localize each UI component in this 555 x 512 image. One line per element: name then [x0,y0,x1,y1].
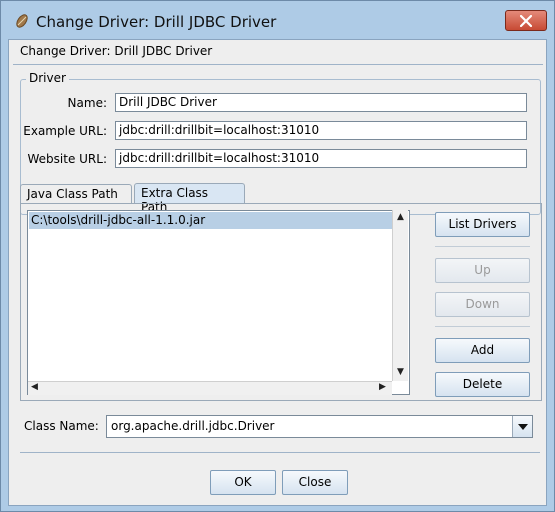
title-bar[interactable]: Change Driver: Drill JDBC Driver [1,1,554,39]
scroll-up-arrow-icon[interactable]: ▲ [397,212,404,222]
delete-button[interactable]: Delete [435,372,530,397]
class-name-dropdown-button[interactable] [512,416,532,437]
button-divider [435,326,530,327]
scroll-left-arrow-icon[interactable]: ◀ [31,382,38,392]
tab-extra-class-path[interactable]: Extra Class Path [134,183,245,214]
header-divider [13,64,543,65]
dialog-client-area: Change Driver: Drill JDBC Driver Driver … [8,39,547,506]
website-url-field[interactable]: jdbc:drill:drillbit=localhost:31010 [115,149,527,168]
list-item[interactable]: C:\tools\drill-jdbc-all-1.1.0.jar [29,212,393,229]
close-window-button[interactable] [505,10,547,31]
example-url-label: Example URL: [23,124,107,138]
class-name-label: Class Name: [24,419,99,433]
change-driver-window: Change Driver: Drill JDBC Driver Change … [0,0,555,512]
example-url-field[interactable]: jdbc:drill:drillbit=localhost:31010 [115,121,527,140]
class-path-list[interactable]: C:\tools\drill-jdbc-all-1.1.0.jar [27,210,410,395]
add-button[interactable]: Add [435,338,530,363]
chevron-down-icon [518,424,528,430]
scroll-right-arrow-icon[interactable]: ▶ [379,382,386,392]
name-label: Name: [67,96,107,110]
driver-group-title: Driver [26,71,69,85]
dialog-header: Change Driver: Drill JDBC Driver [20,44,213,58]
class-name-value: org.apache.drill.jdbc.Driver [111,419,275,433]
website-url-label: Website URL: [27,152,108,166]
down-button[interactable]: Down [435,292,530,317]
horizontal-scrollbar[interactable]: ◀ ▶ [28,381,392,395]
ok-button[interactable]: OK [210,470,276,495]
class-name-combobox[interactable]: org.apache.drill.jdbc.Driver [106,415,533,438]
tab-java-class-path[interactable]: Java Class Path [20,184,132,204]
window-title: Change Driver: Drill JDBC Driver [36,13,277,31]
driver-icon [16,14,28,28]
scroll-down-arrow-icon[interactable]: ▼ [397,367,404,377]
close-icon [520,14,532,27]
close-button[interactable]: Close [282,470,348,495]
up-button[interactable]: Up [435,258,530,283]
vertical-scrollbar[interactable]: ▲ ▼ [392,210,408,381]
list-drivers-button[interactable]: List Drivers [435,212,530,237]
footer-divider [20,452,540,453]
button-divider [435,246,530,247]
name-field[interactable]: Drill JDBC Driver [115,93,527,112]
